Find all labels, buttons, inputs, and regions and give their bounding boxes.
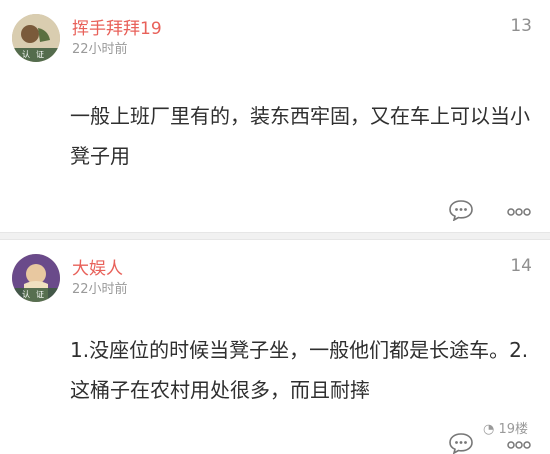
comment-icon[interactable] (448, 432, 474, 454)
timestamp: 22小时前 (72, 282, 128, 297)
comment-icon[interactable] (448, 199, 474, 221)
avatar[interactable]: 认证 (12, 254, 60, 302)
comment-card: 认证 大娱人 22小时前 14 1.没座位的时候当凳子坐，一般他们都是长途车。2… (0, 240, 550, 454)
comment-text: 一般上班厂里有的，装东西牢固，又在车上可以当小凳子用 (70, 104, 530, 168)
more-icon[interactable] (506, 438, 532, 452)
floor-number: 13 (510, 16, 532, 36)
username[interactable]: 挥手拜拜19 (72, 14, 162, 39)
verified-badge: 认证 (12, 48, 60, 62)
comment-card: 认证 挥手拜拜19 22小时前 13 一般上班厂里有的，装东西牢固，又在车上可以… (0, 0, 550, 232)
divider (0, 232, 550, 240)
wechat-icon: ◔ (482, 422, 495, 437)
comment-text: 1.没座位的时候当凳子坐，一般他们都是长途车。2.这桶子在农村用处很多，而且耐摔 (70, 338, 529, 402)
timestamp: 22小时前 (72, 42, 128, 57)
floor-number: 14 (510, 256, 532, 276)
verified-badge: 认证 (12, 288, 60, 302)
more-icon[interactable] (506, 205, 532, 219)
avatar[interactable]: 认证 (12, 14, 60, 62)
watermark: ◔ 19楼 (482, 422, 528, 437)
username[interactable]: 大娱人 (72, 254, 123, 279)
